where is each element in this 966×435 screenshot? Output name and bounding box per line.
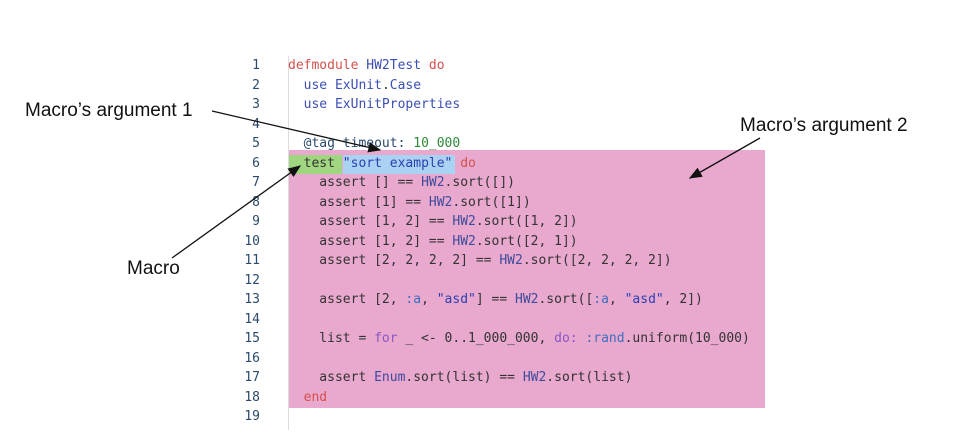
arrow-argument-1 <box>211 110 382 153</box>
annotation-arrows <box>171 110 761 259</box>
arrow-macro <box>171 165 302 259</box>
arrow-argument-2 <box>688 137 761 179</box>
